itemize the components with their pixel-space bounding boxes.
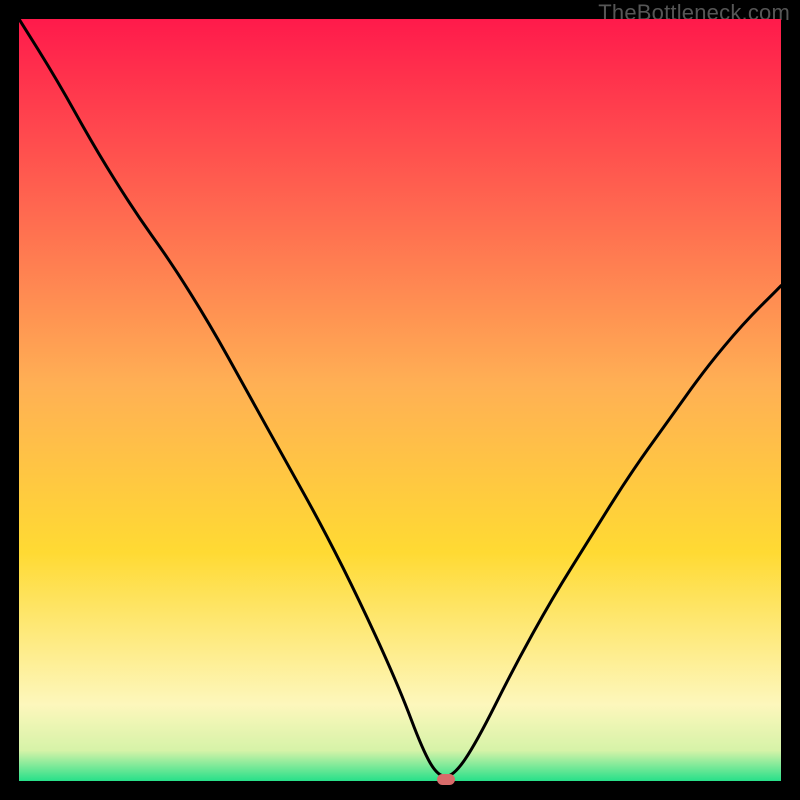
plot-area (19, 19, 781, 781)
chart-svg (19, 19, 781, 781)
chart-frame: TheBottleneck.com (0, 0, 800, 800)
gradient-background (19, 19, 781, 781)
minimum-marker (437, 774, 455, 785)
